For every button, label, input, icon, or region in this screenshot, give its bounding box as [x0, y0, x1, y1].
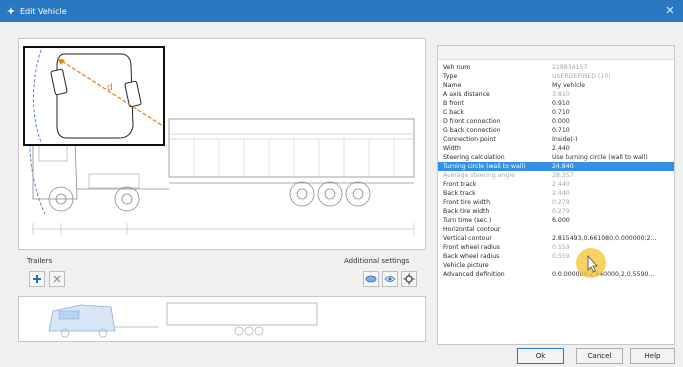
- property-value: 0.559: [552, 253, 570, 260]
- property-value[interactable]: My vehicle: [546, 81, 674, 90]
- property-value[interactable]: 0,0.000000,2.440000,2,0.5590...: [546, 270, 674, 279]
- property-row[interactable]: Front tire width 0.279: [438, 198, 674, 207]
- property-value[interactable]: Use turning circle (wall to wall): [546, 153, 674, 162]
- wheel-icon: [365, 275, 377, 283]
- property-row[interactable]: A axis distance 3.810: [438, 90, 674, 99]
- property-value: 2.440: [552, 190, 570, 197]
- title-bar: Edit Vehicle ✕: [0, 0, 683, 22]
- property-row[interactable]: Width 2.440: [438, 144, 674, 153]
- plus-icon: [33, 275, 41, 283]
- settings-icon: [403, 273, 415, 285]
- property-key: Horizontal contour: [443, 226, 501, 233]
- window-title: Edit Vehicle: [20, 6, 67, 16]
- trailer-preview: [18, 296, 426, 342]
- help-button[interactable]: Help: [630, 348, 675, 364]
- cancel-button[interactable]: Cancel: [576, 348, 623, 364]
- property-row[interactable]: Type USERDEFINED (10): [438, 72, 674, 81]
- add-trailer-button[interactable]: [29, 271, 45, 287]
- close-icon[interactable]: ✕: [663, 3, 677, 17]
- vehicle-combination-preview: [48, 302, 318, 338]
- property-value: 228834157: [552, 64, 588, 71]
- property-value[interactable]: 0.710: [546, 126, 674, 135]
- property-key: A axis distance: [443, 91, 490, 98]
- vehicle-properties-panel[interactable]: Veh num 228834157 Type USERDEFINED (10) …: [437, 45, 675, 345]
- additional-setting-wheel-button[interactable]: [363, 271, 379, 287]
- property-value: USERDEFINED (10): [552, 73, 611, 80]
- property-key: Front track: [443, 181, 477, 188]
- property-value: 28.357: [552, 172, 574, 179]
- vehicle-drawing: d: [18, 38, 426, 250]
- property-value[interactable]: 2.815493,0.661080,0.000000;2...: [546, 234, 674, 243]
- property-key: Turning circle (wall to wall): [443, 163, 526, 170]
- app-icon: [6, 6, 16, 16]
- property-key: Name: [443, 82, 462, 89]
- property-key: C back: [443, 109, 464, 116]
- turning-circle-inset: d: [23, 46, 165, 146]
- property-key: G back connection: [443, 127, 501, 134]
- property-key: Type: [443, 73, 458, 80]
- property-row[interactable]: D front connection 0.000: [438, 117, 674, 126]
- property-row[interactable]: Average steering angle 28.357: [438, 171, 674, 180]
- additional-setting-eye-button[interactable]: [382, 271, 398, 287]
- property-key: Back tire width: [443, 208, 490, 215]
- property-row[interactable]: Veh num 228834157: [438, 63, 674, 72]
- property-value: 2.440: [552, 181, 570, 188]
- remove-trailer-button[interactable]: [49, 271, 65, 287]
- ok-button[interactable]: Ok: [517, 348, 564, 364]
- property-value[interactable]: 0.710: [546, 108, 674, 117]
- property-value[interactable]: 6.000: [546, 216, 674, 225]
- property-value[interactable]: 0.910: [546, 99, 674, 108]
- properties-header: [438, 46, 674, 60]
- property-row[interactable]: Back tire width 0.279: [438, 207, 674, 216]
- property-value: 0.559: [552, 244, 570, 251]
- property-key: Advanced definition: [443, 271, 505, 278]
- property-row[interactable]: Horizontal contour: [438, 225, 674, 234]
- property-key: Turn time (sec.): [443, 217, 492, 224]
- property-row[interactable]: Name My vehicle: [438, 81, 674, 90]
- property-row[interactable]: Connection point Inside(-): [438, 135, 674, 144]
- x-icon: [53, 275, 61, 283]
- property-value: 0.279: [552, 208, 570, 215]
- property-key: Vertical contour: [443, 235, 492, 242]
- property-row[interactable]: G back connection 0.710: [438, 126, 674, 135]
- property-key: Connection point: [443, 136, 496, 143]
- property-key: Front wheel radius: [443, 244, 501, 251]
- eye-icon: [384, 276, 396, 282]
- property-key: D front connection: [443, 118, 501, 125]
- trailers-label: Trailers: [27, 257, 53, 265]
- property-key: Front tire width: [443, 199, 490, 206]
- property-row[interactable]: Vertical contour 2.815493,0.661080,0.000…: [438, 234, 674, 243]
- additional-setting-config-button[interactable]: [401, 271, 417, 287]
- property-row[interactable]: Front wheel radius 0.559: [438, 243, 674, 252]
- property-value: 3.810: [552, 91, 570, 98]
- property-key: Back wheel radius: [443, 253, 500, 260]
- property-value[interactable]: 2.440: [546, 144, 674, 153]
- turning-circle-label: d: [107, 83, 113, 93]
- property-row[interactable]: B front 0.910: [438, 99, 674, 108]
- property-row[interactable]: Vehicle picture: [438, 261, 674, 270]
- property-key: Vehicle picture: [443, 262, 489, 269]
- additional-settings-label: Additional settings: [344, 257, 410, 265]
- property-row[interactable]: Turn time (sec.) 6.000: [438, 216, 674, 225]
- property-key: Steering calculation: [443, 154, 505, 161]
- property-row[interactable]: Back track 2.440: [438, 189, 674, 198]
- property-value: 0.279: [552, 199, 570, 206]
- property-row[interactable]: Back wheel radius 0.559: [438, 252, 674, 261]
- property-row[interactable]: Advanced definition 0,0.000000,2.440000,…: [438, 270, 674, 279]
- property-row[interactable]: Steering calculation Use turning circle …: [438, 153, 674, 162]
- property-key: Average steering angle: [443, 172, 515, 179]
- property-key: Back track: [443, 190, 476, 197]
- property-row-selected[interactable]: Turning circle (wall to wall) 24.840: [438, 162, 674, 171]
- property-value[interactable]: Inside(-): [546, 135, 674, 144]
- mouse-pointer-icon: [587, 254, 598, 273]
- cursor-highlight: [576, 248, 606, 278]
- property-key: Width: [443, 145, 461, 152]
- property-key: B front: [443, 100, 464, 107]
- property-row[interactable]: C back 0.710: [438, 108, 674, 117]
- property-row[interactable]: Front track 2.440: [438, 180, 674, 189]
- property-value[interactable]: 0.000: [546, 117, 674, 126]
- property-value[interactable]: 24.840: [546, 162, 674, 171]
- property-key: Veh num: [443, 64, 471, 71]
